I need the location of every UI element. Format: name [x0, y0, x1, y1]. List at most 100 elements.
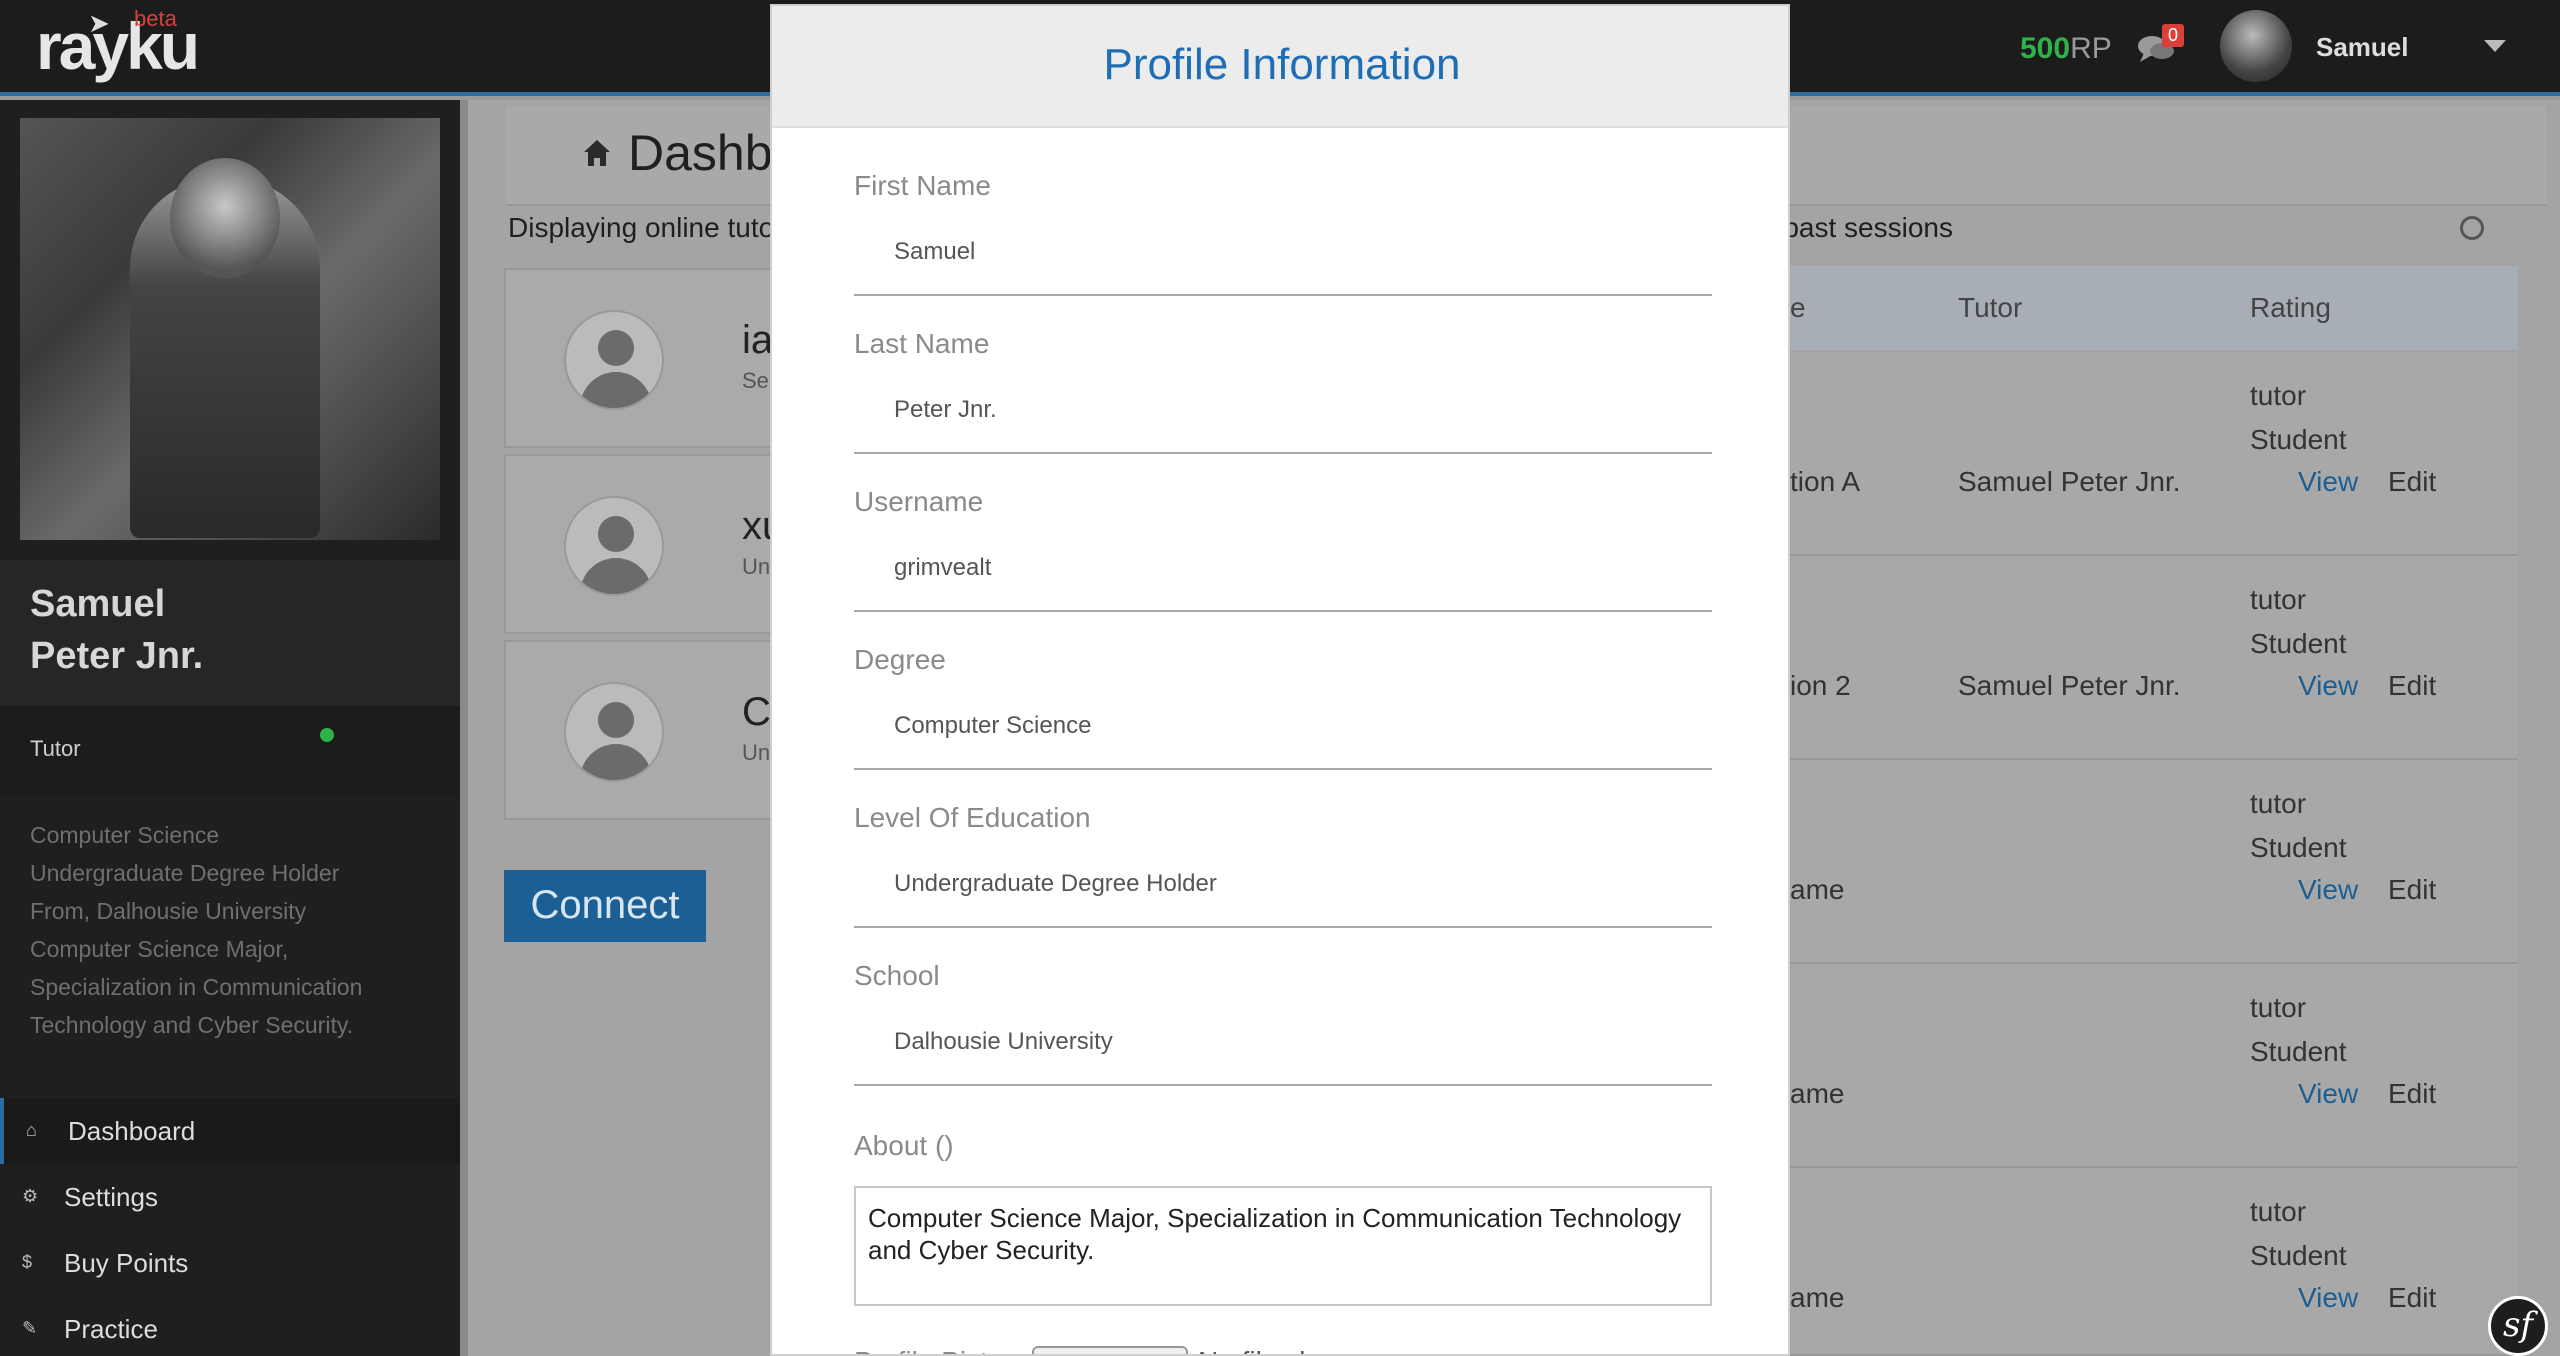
rating-tutor: tutor — [2250, 992, 2307, 1023]
rating-student: Student — [2250, 1240, 2347, 1271]
sessions-table-header — [1790, 266, 2518, 350]
tutor-card[interactable]: xu Un — [504, 454, 790, 634]
logo-arrow-icon: ➤ — [88, 8, 110, 38]
bio-line: From, Dalhousie University — [30, 898, 307, 924]
rating-tutor: tutor — [2250, 380, 2307, 411]
rating-tutor: tutor — [2250, 1196, 2307, 1227]
field-underline — [854, 926, 1712, 928]
sidebar-item-practice[interactable]: ✎ Practice — [0, 1296, 460, 1356]
gear-icon: ⚙ — [22, 1186, 39, 1206]
table-row: tion A Samuel Peter Jnr. tutor Student V… — [1790, 352, 2518, 556]
user-name[interactable]: Samuel — [2316, 32, 2409, 63]
file-status-text: No file chosen — [1198, 1346, 1375, 1354]
sidebar-item-label: Buy Points — [64, 1248, 189, 1278]
table-row: ame tutor Student View Edit — [1790, 760, 2518, 964]
coin-icon: $ — [22, 1252, 33, 1272]
online-status-dot — [320, 728, 334, 742]
field-underline — [854, 452, 1712, 454]
bio-line: Specialization in Communication — [30, 974, 363, 1000]
degree-field[interactable]: Computer Science — [894, 712, 1091, 740]
avatar-placeholder-icon — [564, 496, 664, 596]
loading-spinner-icon — [2460, 216, 2484, 240]
chevron-down-icon[interactable] — [2484, 40, 2506, 52]
sidebar-item-buy-points[interactable]: $ Buy Points — [0, 1230, 460, 1296]
connect-button[interactable]: Connect — [504, 870, 706, 942]
rating-student: Student — [2250, 628, 2347, 659]
tutor-subtitle: Un — [742, 740, 771, 765]
sidebar-item-label: Settings — [64, 1182, 158, 1212]
points-unit: RP — [2070, 32, 2112, 65]
table-cell-tutor: Samuel Peter Jnr. — [1958, 670, 2181, 701]
profile-information-modal: Profile Information First Name Samuel La… — [770, 4, 1790, 1356]
tutor-name: C — [742, 690, 771, 734]
first-name-field[interactable]: Samuel — [894, 238, 975, 266]
points-value: 500 — [2020, 32, 2071, 65]
first-name-label: First Name — [854, 170, 991, 201]
edit-link[interactable]: Edit — [2388, 1282, 2436, 1314]
rating-student: Student — [2250, 1036, 2347, 1067]
sidebar-item-label: Dashboard — [68, 1116, 196, 1146]
sidebar-item-label: Practice — [64, 1314, 158, 1344]
table-cell: ame — [1790, 1078, 1845, 1109]
table-row: ame tutor Student View Edit — [1790, 1168, 2518, 1356]
tutor-name: ia — [742, 318, 774, 362]
field-underline — [854, 294, 1712, 296]
education-level-label: Level Of Education — [854, 802, 1091, 833]
pencil-icon: ✎ — [22, 1318, 38, 1338]
profile-picture-label: Profile Pictur — [854, 1346, 1013, 1354]
table-header-cell: Rating — [2250, 292, 2331, 323]
field-underline — [854, 610, 1712, 612]
bio-line: Computer Science Major, — [30, 936, 289, 962]
view-link[interactable]: View — [2298, 466, 2358, 498]
edit-link[interactable]: Edit — [2388, 466, 2436, 498]
beta-badge: beta — [134, 6, 177, 31]
tutor-subtitle: Un — [742, 554, 771, 579]
sidebar-nav: ⌂ Dashboard ⚙ Settings $ Buy Points ✎ Pr… — [0, 1098, 460, 1356]
field-underline — [854, 1084, 1712, 1086]
user-avatar[interactable] — [2220, 10, 2292, 82]
rating-tutor: tutor — [2250, 584, 2307, 615]
tutor-card[interactable]: C Un — [504, 640, 790, 820]
bio-line: Computer Science — [30, 822, 220, 848]
modal-title: Profile Information — [1103, 40, 1461, 89]
degree-label: Degree — [854, 644, 946, 675]
school-field[interactable]: Dalhousie University — [894, 1028, 1113, 1056]
message-count-badge: 0 — [2162, 24, 2185, 47]
edit-link[interactable]: Edit — [2388, 874, 2436, 906]
education-level-field[interactable]: Undergraduate Degree Holder — [894, 870, 1217, 898]
username-field[interactable]: grimvealt — [894, 554, 991, 582]
rating-student: Student — [2250, 832, 2347, 863]
sidebar-item-dashboard[interactable]: ⌂ Dashboard — [0, 1098, 460, 1164]
edit-link[interactable]: Edit — [2388, 1078, 2436, 1110]
symfony-debug-icon[interactable]: sf — [2488, 1296, 2548, 1356]
about-textarea[interactable]: Computer Science Major, Specialization i… — [854, 1186, 1712, 1306]
view-link[interactable]: View — [2298, 1282, 2358, 1314]
tutor-subtitle: Se — [742, 368, 769, 393]
last-name-label: Last Name — [854, 328, 990, 359]
photo-head-shape — [170, 158, 280, 278]
edit-link[interactable]: Edit — [2388, 670, 2436, 702]
choose-file-button[interactable] — [1032, 1346, 1188, 1354]
points-display[interactable]: 500RP — [2020, 32, 2112, 66]
about-label: About () — [854, 1130, 954, 1161]
view-link[interactable]: View — [2298, 670, 2358, 702]
table-cell: ame — [1790, 874, 1845, 905]
view-link[interactable]: View — [2298, 1078, 2358, 1110]
sidebar-role: Tutor — [30, 736, 81, 761]
table-header-cell: e — [1790, 292, 1806, 323]
tutor-card[interactable]: ia Se — [504, 268, 790, 448]
home-icon — [584, 140, 610, 166]
field-underline — [854, 768, 1712, 770]
last-name-text: Peter Jnr. — [30, 635, 204, 677]
view-link[interactable]: View — [2298, 874, 2358, 906]
profile-photo — [20, 118, 440, 540]
rating-tutor: tutor — [2250, 788, 2307, 819]
avatar-placeholder-icon — [564, 310, 664, 410]
bio-line: Technology and Cyber Security. — [30, 1012, 354, 1038]
online-tutors-caption: Displaying online tuto — [508, 212, 775, 243]
table-cell: tion A — [1790, 466, 1861, 497]
home-icon: ⌂ — [26, 1120, 37, 1140]
sidebar-item-settings[interactable]: ⚙ Settings — [0, 1164, 460, 1230]
last-name-field[interactable]: Peter Jnr. — [894, 396, 997, 424]
sidebar-bio: Computer Science Undergraduate Degree Ho… — [30, 816, 430, 1044]
